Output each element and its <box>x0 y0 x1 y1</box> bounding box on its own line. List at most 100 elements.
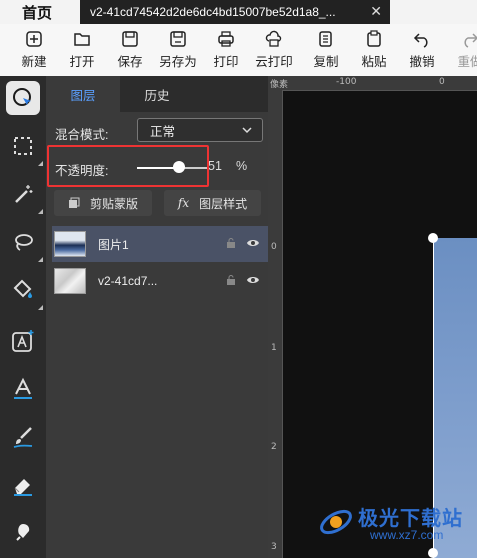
lasso-icon <box>15 234 33 251</box>
magic-wand-tool[interactable] <box>6 177 43 214</box>
new-button[interactable]: 新建 <box>11 30 57 70</box>
paint-bucket-tool[interactable] <box>6 273 43 310</box>
layer-name: v2-41cd7... <box>98 274 158 288</box>
layer-name: 图片1 <box>98 237 129 252</box>
eraser-tool[interactable] <box>6 468 40 502</box>
text-style-tool[interactable] <box>6 372 40 406</box>
print-button[interactable]: 打印 <box>203 30 249 70</box>
clone-stamp-tool[interactable] <box>6 516 40 550</box>
ruler-left: 0 1 2 3 <box>268 90 283 558</box>
clipping-mask-button[interactable]: 剪贴蒙版 <box>54 190 152 216</box>
ruler-tick-label: -100 <box>336 77 357 87</box>
add-text-icon <box>12 330 34 352</box>
save-as-icon <box>170 31 186 47</box>
magic-wand-icon <box>15 185 33 203</box>
ruler-tick-label: 0 <box>271 242 277 252</box>
smart-select-tool[interactable] <box>6 81 40 115</box>
brush-tool[interactable] <box>6 420 40 454</box>
clipping-mask-label: 剪贴蒙版 <box>89 196 138 211</box>
transform-handle[interactable] <box>428 548 438 558</box>
redo-icon <box>464 33 477 48</box>
folder-open-icon <box>74 33 90 46</box>
redo-button[interactable]: 重做 <box>447 30 477 70</box>
watermark: 极光下载站 www.xz7.com <box>318 500 477 548</box>
transform-handle[interactable] <box>428 233 438 243</box>
open-button[interactable]: 打开 <box>59 30 105 70</box>
ruler-tick-label: 0 <box>439 77 445 87</box>
chevron-down-icon <box>242 127 252 134</box>
blend-mode-label: 混合模式: <box>55 128 109 142</box>
tool-more-indicator <box>38 161 43 166</box>
panel-tabs: 图层 历史 <box>46 76 268 112</box>
blend-mode-select[interactable]: 正常 <box>137 118 263 142</box>
copy-button-label: 复制 <box>313 55 339 69</box>
redo-button-label: 重做 <box>457 55 477 69</box>
undo-icon <box>413 33 428 48</box>
print-icon <box>218 31 234 47</box>
ruler-tick-label: 1 <box>271 343 277 353</box>
blend-mode-value: 正常 <box>150 124 176 139</box>
save-button[interactable]: 保存 <box>107 30 153 70</box>
tab-history[interactable]: 历史 <box>120 76 194 112</box>
opacity-highlight-box <box>47 145 209 187</box>
clipping-mask-icon <box>68 197 80 208</box>
paint-bucket-icon <box>13 279 32 298</box>
cloud-print-button[interactable]: 云打印 <box>251 30 297 70</box>
lock-icon[interactable] <box>226 275 236 285</box>
tab-layers[interactable]: 图层 <box>46 76 120 112</box>
lasso-tool[interactable] <box>6 225 43 262</box>
opacity-unit: % <box>236 159 248 173</box>
print-button-label: 打印 <box>213 55 239 69</box>
paste-button[interactable]: 粘贴 <box>351 30 397 70</box>
watermark-url: www.xz7.com <box>370 528 444 542</box>
copy-icon <box>319 31 332 47</box>
layer-style-label: 图层样式 <box>199 196 248 211</box>
open-button-label: 打开 <box>69 55 95 69</box>
watermark-logo <box>320 509 352 535</box>
tab-bar: 首页 v2-41cd74542d2de6dc4bd15007be52d1a8_.… <box>0 0 477 24</box>
save-button-label: 保存 <box>117 55 143 69</box>
layer-row[interactable]: v2-41cd7... <box>52 263 268 299</box>
tool-more-indicator <box>38 305 43 310</box>
layer-thumbnail <box>54 231 86 257</box>
cloud-print-button-label: 云打印 <box>255 55 293 69</box>
eye-icon[interactable] <box>246 275 260 285</box>
tool-more-indicator <box>38 209 43 214</box>
ruler-tick-label: 3 <box>271 542 277 552</box>
save-as-button[interactable]: 另存为 <box>155 30 201 70</box>
save-icon <box>122 31 138 47</box>
fx-icon: fx <box>177 196 190 210</box>
ruler-top: 像素 -100 0 <box>268 76 477 91</box>
ruler-tick-label: 2 <box>271 442 277 452</box>
add-text-tool[interactable] <box>6 324 40 358</box>
new-button-label: 新建 <box>21 55 47 69</box>
new-file-icon <box>26 31 42 47</box>
ruler-unit-label: 像素 <box>270 80 289 90</box>
tab-document[interactable]: v2-41cd74542d2de6dc4bd15007be52d1a8_... … <box>80 0 390 24</box>
brush-icon <box>13 427 33 448</box>
layer-thumbnail <box>54 268 86 294</box>
tab-document-title: v2-41cd74542d2de6dc4bd15007be52d1a8_... <box>90 5 336 19</box>
smart-select-icon <box>13 88 31 106</box>
close-icon[interactable]: ✕ <box>370 3 382 20</box>
save-as-button-label: 另存为 <box>159 55 197 69</box>
tool-sidebar <box>0 76 46 558</box>
cloud-print-icon <box>265 30 282 47</box>
copy-button[interactable]: 复制 <box>303 30 349 70</box>
tab-home[interactable]: 首页 <box>0 0 74 24</box>
marquee-tool[interactable] <box>6 129 43 166</box>
opacity-value[interactable]: 51 <box>208 159 222 173</box>
tool-more-indicator <box>38 257 43 262</box>
layer-row[interactable]: 图片1 <box>52 226 268 262</box>
paste-icon <box>367 30 381 47</box>
paste-button-label: 粘贴 <box>361 55 387 69</box>
eraser-icon <box>14 479 32 496</box>
eye-icon[interactable] <box>246 238 260 248</box>
layer-style-button[interactable]: fx 图层样式 <box>164 190 261 216</box>
undo-button[interactable]: 撤销 <box>399 30 445 70</box>
watermark-title: 极光下载站 <box>358 508 463 530</box>
lock-icon[interactable] <box>226 238 236 248</box>
marquee-icon <box>14 137 32 155</box>
text-style-icon <box>14 377 32 399</box>
clone-stamp-icon <box>16 524 30 541</box>
